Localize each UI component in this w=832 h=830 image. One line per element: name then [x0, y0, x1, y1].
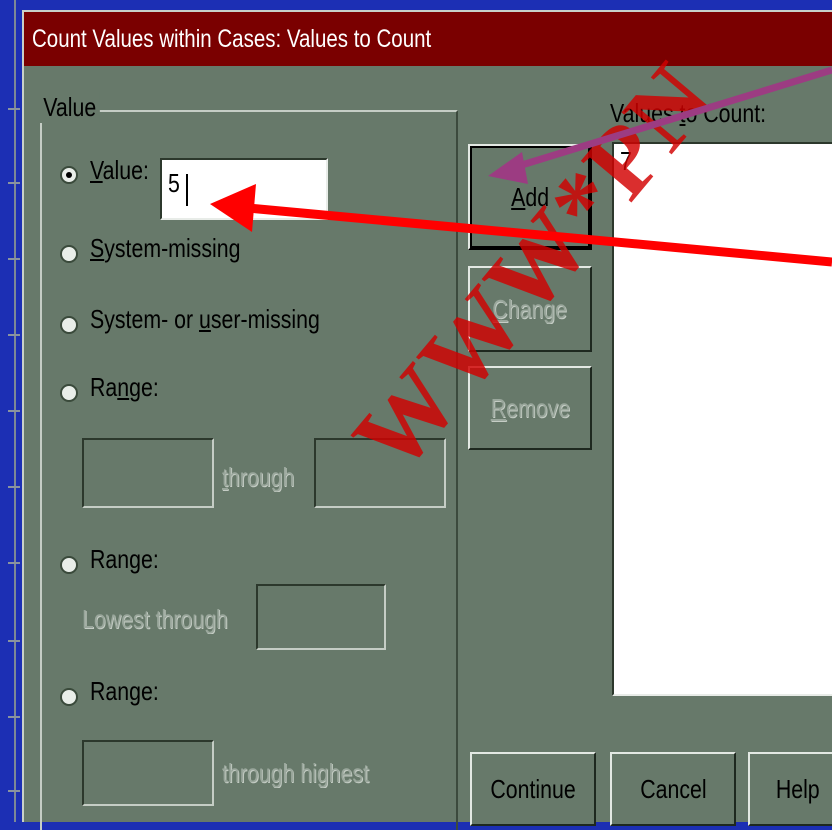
lowest-through-label: Lowest through: [82, 604, 228, 634]
dialog-title: Count Values within Cases: Values to Cou…: [32, 25, 432, 53]
remove-button[interactable]: Remove: [468, 366, 592, 450]
range-to-input[interactable]: [314, 438, 446, 508]
value-input-text: 5: [168, 168, 180, 198]
value-group-label: Value: [40, 92, 100, 123]
value-radio[interactable]: [60, 166, 78, 184]
system-or-user-missing-label: System- or user-missing: [90, 304, 320, 334]
through-label: through: [222, 462, 295, 492]
tick: [8, 334, 20, 336]
tick: [8, 108, 20, 110]
tick: [8, 790, 20, 792]
remove-button-label: Remove: [490, 392, 570, 423]
change-button-label: Change: [492, 293, 568, 324]
title-bar[interactable]: Count Values within Cases: Values to Cou…: [24, 12, 832, 66]
help-button-label: Help: [776, 773, 820, 804]
list-item[interactable]: 7: [620, 146, 632, 177]
add-button[interactable]: Add: [468, 144, 592, 250]
background-strip: [0, 0, 22, 822]
through-highest-input[interactable]: [82, 740, 214, 806]
value-radio-label: Value:: [90, 155, 149, 185]
tick: [8, 486, 20, 488]
values-to-count-list[interactable]: 7: [612, 142, 832, 696]
cancel-button-label: Cancel: [639, 773, 707, 804]
tick: [8, 258, 20, 260]
tick: [8, 562, 20, 564]
tick: [8, 716, 20, 718]
system-or-user-missing-radio[interactable]: [60, 316, 78, 334]
tick: [8, 640, 20, 642]
tick: [8, 410, 20, 412]
values-to-count-label: Values to Count:: [610, 98, 767, 128]
tick: [8, 182, 20, 184]
continue-button[interactable]: Continue: [470, 752, 596, 826]
range-from-input[interactable]: [82, 438, 214, 508]
system-missing-radio[interactable]: [60, 245, 78, 263]
range-radio[interactable]: [60, 384, 78, 402]
range-lowest-label: Range:: [90, 544, 159, 574]
help-button[interactable]: Help: [748, 752, 832, 826]
range-lowest-radio[interactable]: [60, 556, 78, 574]
add-button-label: Add: [511, 181, 549, 212]
range-highest-radio[interactable]: [60, 688, 78, 706]
through-highest-label: through highest: [222, 758, 369, 788]
cancel-button[interactable]: Cancel: [610, 752, 736, 826]
continue-button-label: Continue: [490, 773, 576, 804]
count-values-dialog: Count Values within Cases: Values to Cou…: [22, 10, 832, 830]
range-highest-label: Range:: [90, 676, 159, 706]
system-missing-label: System-missing: [90, 233, 241, 263]
lowest-through-input[interactable]: [256, 584, 386, 650]
change-button[interactable]: Change: [468, 266, 592, 352]
text-cursor: [186, 174, 188, 206]
range-label: Range:: [90, 372, 159, 402]
value-input[interactable]: 5: [160, 158, 328, 220]
